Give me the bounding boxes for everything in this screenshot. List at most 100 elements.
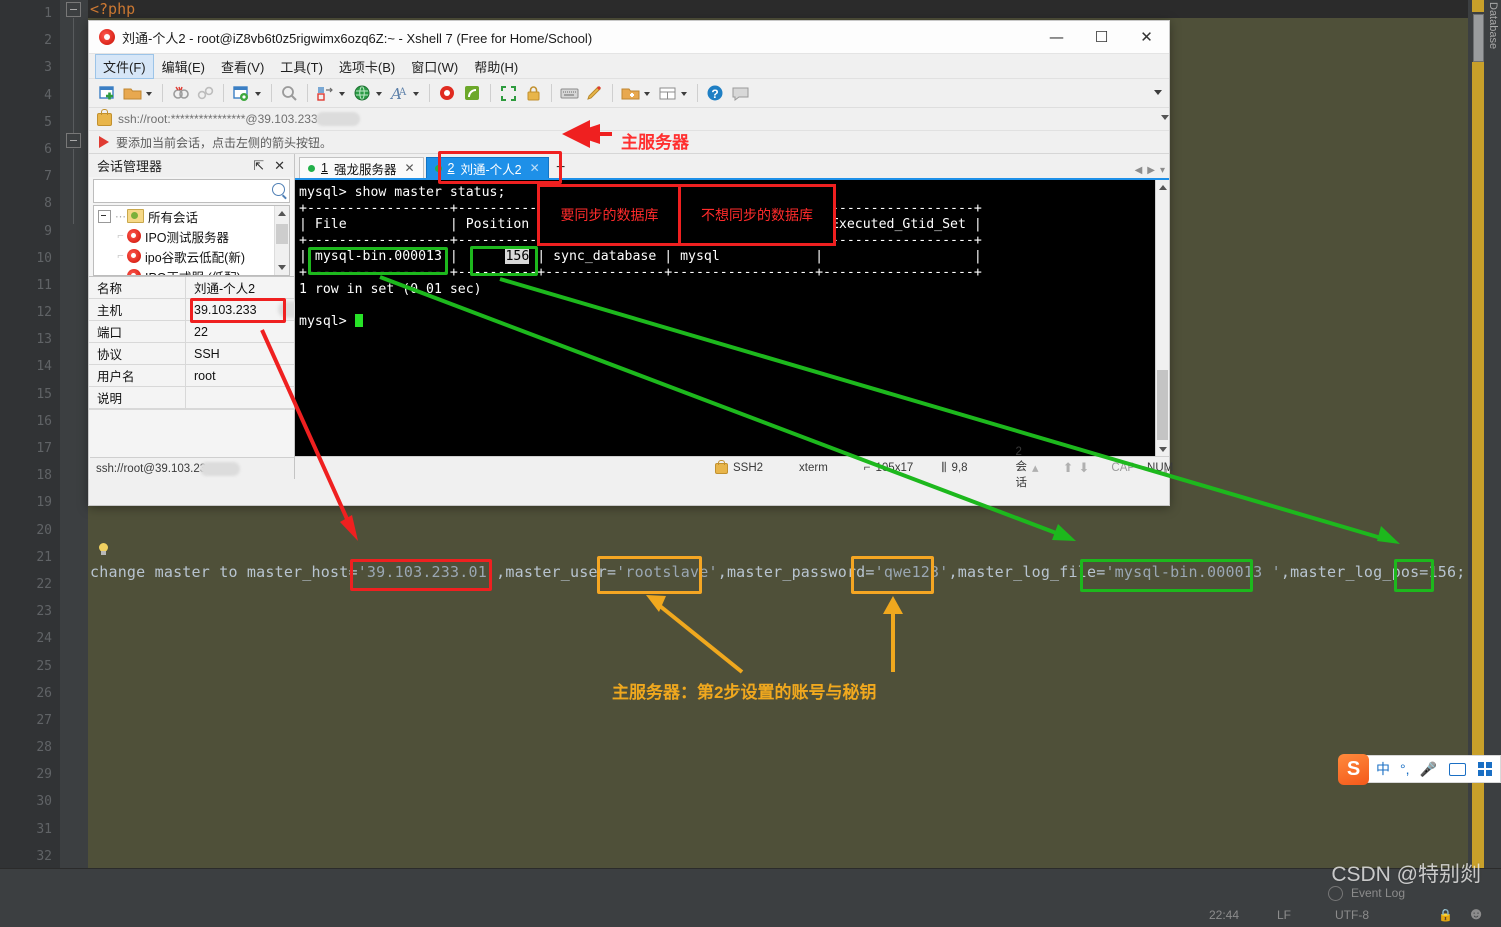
session-property-row[interactable]: 说明 — [89, 387, 294, 409]
session-tabs: 1 强龙服务器 ✕ 2 刘通-个人2 ✕ + ◀ ▶ ▾ — [295, 154, 1169, 178]
feedback-icon[interactable] — [730, 83, 751, 104]
event-log-label[interactable]: Event Log — [1351, 886, 1405, 900]
sessions-caret-icon[interactable]: ▴ — [1032, 460, 1039, 476]
ime-mode-chinese[interactable]: 中 — [1376, 759, 1390, 779]
close-button[interactable]: ✕ — [1124, 21, 1169, 53]
minimize-button[interactable]: — — [1034, 21, 1079, 53]
lock-icon[interactable]: 🔒 — [1438, 908, 1453, 922]
status-sessions-label: 2 会话 — [1015, 446, 1028, 489]
session-tree-item[interactable]: ⌐ IPO测试服务器 — [94, 226, 289, 246]
maximize-button[interactable]: ☐ — [1079, 21, 1124, 53]
ime-punctuation-icon[interactable]: °, — [1400, 761, 1410, 777]
highlight-pen-icon[interactable] — [584, 83, 605, 104]
font-icon[interactable]: AA — [389, 83, 410, 104]
session-search-input[interactable] — [93, 179, 290, 203]
split-dropdown-caret-icon[interactable] — [680, 83, 689, 103]
session-property-row[interactable]: 端口 22 — [89, 321, 294, 343]
scroll-up-icon[interactable] — [1159, 185, 1167, 190]
menu-item-0[interactable]: 文件(F) — [95, 53, 154, 79]
new-folder-dropdown-caret-icon[interactable] — [643, 83, 652, 103]
session-properties-icon[interactable] — [231, 83, 252, 104]
tabs-menu-icon[interactable]: ▾ — [1160, 165, 1165, 176]
profiler-icon[interactable]: ☻ — [1467, 904, 1485, 924]
xshell-app-icon[interactable] — [437, 83, 458, 104]
session-property-row[interactable]: 名称 刘通-个人2 — [89, 277, 294, 299]
scroll-thumb[interactable] — [1157, 370, 1168, 440]
intention-bulb-icon[interactable] — [98, 543, 109, 556]
disconnect-icon[interactable] — [170, 83, 191, 104]
link-icon[interactable] — [195, 83, 216, 104]
tabs-nav-controls[interactable]: ◀ ▶ ▾ — [1135, 165, 1165, 176]
ime-keyboard-icon[interactable] — [1448, 762, 1466, 776]
status-encoding[interactable]: UTF-8 — [1335, 908, 1369, 922]
open-dropdown-caret-icon[interactable] — [145, 83, 154, 103]
session-property-row[interactable]: 用户名 root — [89, 365, 294, 387]
globe-icon[interactable] — [352, 83, 373, 104]
line-number: 29 — [36, 767, 52, 783]
lock-icon[interactable] — [523, 83, 544, 104]
pin-icon[interactable]: ⇱ — [248, 158, 269, 174]
status-size-label: 105x17 — [875, 462, 914, 474]
event-log-icon — [1328, 886, 1343, 901]
sogou-ime-bar[interactable]: S 中 °, 🎤 — [1338, 754, 1501, 785]
database-tool-tab[interactable]: Database — [1486, 0, 1501, 868]
session-tree-item[interactable]: ⌐ IPO正式服 (低配) — [94, 266, 289, 275]
annotation-box-code-user — [597, 556, 702, 594]
status-sessions[interactable]: 2 会话 ▴ — [1016, 446, 1039, 490]
line-number: 13 — [36, 332, 52, 348]
scroll-down-icon[interactable] — [278, 265, 286, 270]
xshell-title-bar: 刘通-个人2 - root@iZ8vb6t0z5rigwimx6ozq6Z:~ … — [89, 21, 1169, 54]
menu-item-2[interactable]: 查看(V) — [213, 54, 272, 79]
session-tab[interactable]: 1 强龙服务器 ✕ — [299, 157, 424, 178]
fold-marker-icon[interactable] — [66, 133, 81, 148]
menu-item-5[interactable]: 窗口(W) — [403, 54, 466, 79]
close-icon[interactable]: ✕ — [269, 158, 290, 174]
toolbar-overflow-icon[interactable] — [1154, 88, 1163, 97]
fold-marker-icon[interactable] — [66, 2, 81, 17]
scroll-down-icon[interactable] — [1159, 447, 1167, 452]
code-line-change-master[interactable]: change master to master_host='39.103.233… — [90, 563, 1465, 581]
menu-item-6[interactable]: 帮助(H) — [466, 54, 526, 79]
line-number: 5 — [44, 114, 52, 130]
sogou-logo-icon[interactable]: S — [1338, 754, 1369, 785]
status-time: 22:44 — [1208, 908, 1239, 922]
layout-dropdown-caret-icon[interactable] — [338, 83, 347, 103]
editor-scrollbar-thumb[interactable] — [1473, 14, 1484, 62]
properties-dropdown-caret-icon[interactable] — [254, 83, 263, 103]
scroll-up-icon[interactable] — [278, 211, 286, 216]
fullscreen-icon[interactable] — [498, 83, 519, 104]
layout-icon[interactable] — [315, 83, 336, 104]
globe-dropdown-caret-icon[interactable] — [375, 83, 384, 103]
session-tree-scrollbar[interactable] — [274, 206, 289, 275]
menu-item-4[interactable]: 选项卡(B) — [331, 54, 403, 79]
resize-grip-icon[interactable]: ◢ — [1160, 466, 1167, 477]
help-icon[interactable]: ? — [705, 83, 726, 104]
new-session-icon[interactable] — [97, 83, 118, 104]
terminal-scrollbar[interactable] — [1155, 180, 1169, 457]
tabs-next-icon[interactable]: ▶ — [1147, 165, 1155, 176]
line-number: 3 — [44, 60, 52, 76]
menu-item-1[interactable]: 编辑(E) — [154, 54, 213, 79]
tree-collapse-icon[interactable] — [98, 209, 111, 223]
tabs-prev-icon[interactable]: ◀ — [1135, 165, 1143, 176]
font-dropdown-caret-icon[interactable] — [412, 83, 421, 103]
session-tree[interactable]: ⋯ 所有会话 ⌐ IPO测试服务器 ⌐ ipo谷歌云低配(新) ⌐ IPO正式服 (低配) — [93, 205, 290, 276]
menu-item-3[interactable]: 工具(T) — [272, 54, 331, 79]
status-line-separator[interactable]: LF — [1277, 908, 1291, 922]
scroll-thumb[interactable] — [276, 224, 288, 244]
search-icon[interactable] — [279, 83, 300, 104]
session-tree-item[interactable]: ⌐ ipo谷歌云低配(新) — [94, 246, 289, 266]
session-tree-folder[interactable]: ⋯ 所有会话 — [94, 206, 289, 226]
xshell-logo-icon — [99, 29, 115, 45]
address-text: ssh://root:****************@39.103.233 — [118, 112, 318, 126]
session-property-row[interactable]: 协议 SSH — [89, 343, 294, 365]
open-folder-icon[interactable] — [122, 83, 143, 104]
keyboard-icon[interactable] — [559, 83, 580, 104]
ime-mic-icon[interactable]: 🎤 — [1420, 761, 1437, 778]
session-property-value: SSH — [194, 346, 220, 361]
split-view-icon[interactable] — [657, 83, 678, 104]
tab-close-icon[interactable]: ✕ — [404, 161, 414, 175]
ime-apps-icon[interactable] — [1477, 762, 1492, 776]
new-folder-icon[interactable] — [620, 83, 641, 104]
xftp-app-icon[interactable] — [462, 83, 483, 104]
